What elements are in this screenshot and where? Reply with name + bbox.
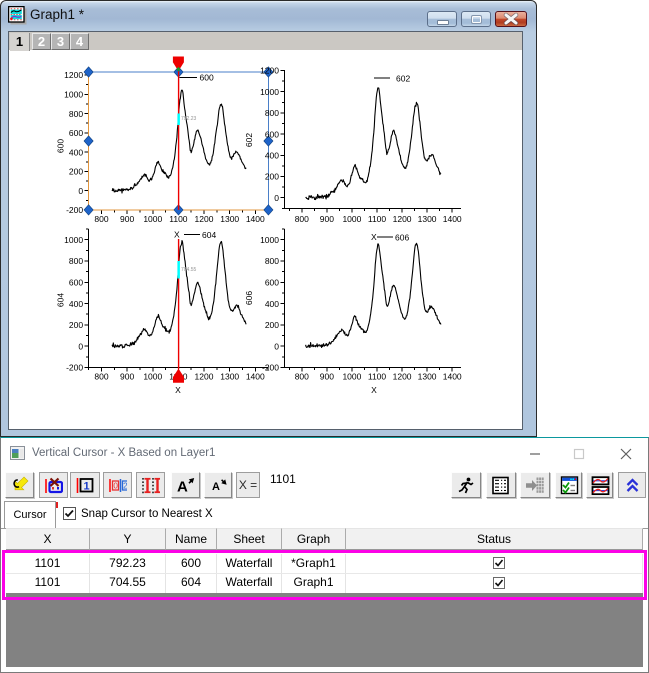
svg-text:792.23: 792.23 [181, 116, 197, 122]
svg-text:600: 600 [69, 128, 83, 138]
svg-text:600: 600 [265, 278, 279, 288]
svg-text:800: 800 [69, 256, 83, 266]
svg-text:1100: 1100 [368, 214, 387, 224]
svg-text:200: 200 [265, 172, 279, 182]
svg-text:606: 606 [244, 291, 254, 305]
svg-text:-200: -200 [66, 363, 83, 373]
svg-text:1200: 1200 [64, 70, 83, 80]
svg-text:1000: 1000 [143, 214, 162, 224]
svg-text:1000: 1000 [260, 235, 279, 245]
svg-text:800: 800 [265, 256, 279, 266]
svg-text:1400: 1400 [246, 372, 265, 382]
svg-text:606: 606 [395, 233, 409, 243]
svg-text:1000: 1000 [64, 90, 83, 100]
svg-text:400: 400 [265, 299, 279, 309]
svg-text:1300: 1300 [418, 214, 437, 224]
svg-text:1200: 1200 [195, 214, 214, 224]
svg-text:800: 800 [295, 372, 309, 382]
svg-text:1400: 1400 [443, 214, 462, 224]
svg-text:200: 200 [69, 167, 83, 177]
svg-text:900: 900 [320, 372, 334, 382]
svg-text:400: 400 [69, 299, 83, 309]
svg-text:X: X [371, 232, 377, 242]
svg-text:1300: 1300 [220, 372, 239, 382]
svg-text:-200: -200 [262, 363, 279, 373]
svg-text:1000: 1000 [260, 87, 279, 97]
svg-text:900: 900 [320, 214, 334, 224]
svg-text:1200: 1200 [195, 372, 214, 382]
svg-text:602: 602 [396, 74, 410, 84]
svg-text:600: 600 [265, 129, 279, 139]
svg-text:X: X [174, 230, 180, 240]
svg-text:600: 600 [56, 139, 66, 153]
svg-text:800: 800 [94, 372, 108, 382]
svg-text:1300: 1300 [418, 372, 437, 382]
svg-text:0: 0 [274, 193, 279, 203]
svg-text:600: 600 [69, 278, 83, 288]
svg-text:604: 604 [202, 230, 216, 240]
svg-text:0: 0 [78, 341, 83, 351]
svg-text:1100: 1100 [368, 372, 387, 382]
svg-text:1: 1 [83, 481, 89, 493]
svg-text:2: 2 [123, 482, 127, 491]
svg-text:400: 400 [265, 151, 279, 161]
svg-text:1400: 1400 [443, 372, 462, 382]
svg-text:800: 800 [69, 109, 83, 119]
svg-text:X: X [371, 385, 377, 395]
svg-text:200: 200 [69, 320, 83, 330]
svg-text:800: 800 [295, 214, 309, 224]
svg-text:0: 0 [113, 482, 118, 491]
svg-text:600: 600 [200, 73, 214, 83]
svg-text:0: 0 [78, 186, 83, 196]
svg-text:1300: 1300 [220, 214, 239, 224]
svg-text:900: 900 [120, 372, 134, 382]
svg-text:602: 602 [244, 133, 254, 147]
svg-text:-200: -200 [66, 205, 83, 215]
svg-text:1000: 1000 [342, 372, 361, 382]
svg-text:604: 604 [56, 293, 66, 307]
svg-text:800: 800 [94, 214, 108, 224]
svg-text:0: 0 [274, 341, 279, 351]
svg-text:1000: 1000 [64, 235, 83, 245]
svg-text:A: A [212, 481, 220, 493]
svg-text:1000: 1000 [143, 372, 162, 382]
svg-text:900: 900 [120, 214, 134, 224]
svg-text:1400: 1400 [246, 214, 265, 224]
svg-text:800: 800 [265, 108, 279, 118]
svg-text:1200: 1200 [393, 214, 412, 224]
svg-text:200: 200 [265, 320, 279, 330]
svg-text:400: 400 [69, 147, 83, 157]
svg-text:1200: 1200 [393, 372, 412, 382]
svg-text:1000: 1000 [342, 214, 361, 224]
svg-text:X: X [175, 385, 181, 395]
svg-text:704.55: 704.55 [181, 267, 197, 273]
svg-text:A: A [177, 479, 188, 496]
svg-text:1200: 1200 [260, 66, 279, 76]
